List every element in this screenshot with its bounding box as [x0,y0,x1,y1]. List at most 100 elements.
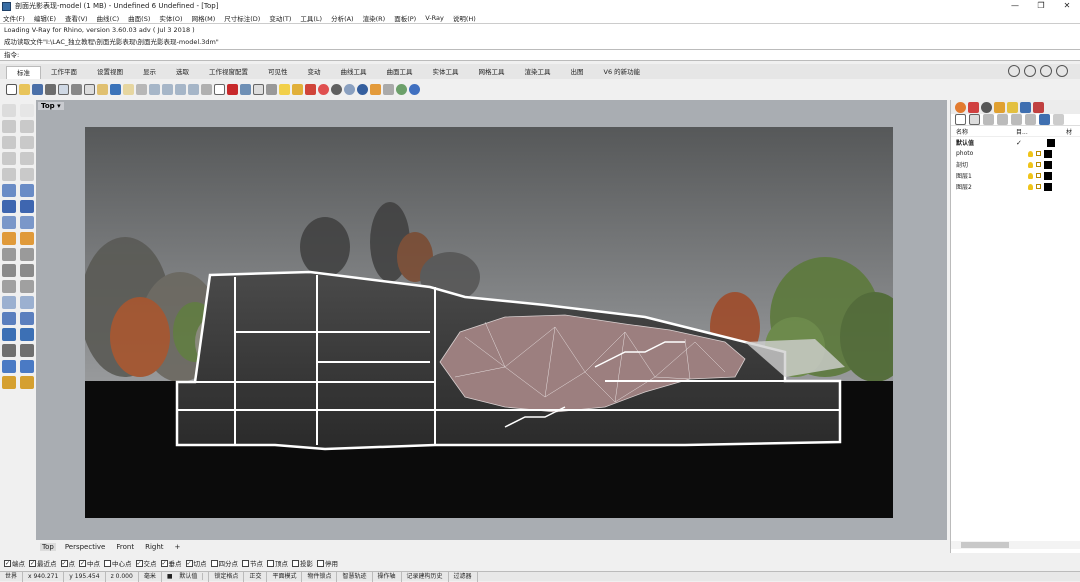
paint-icon[interactable] [20,376,34,389]
zoom-icon[interactable] [149,83,160,95]
tab-cplanes[interactable]: 工作平面 [41,66,87,79]
toggle-filter[interactable]: 过滤器 [449,571,478,582]
toggle-ortho[interactable]: 正交 [244,571,268,582]
light-bulb-icon[interactable] [1028,183,1033,190]
toggle-gumball[interactable]: 操作轴 [373,571,402,582]
layer-color-swatch[interactable] [1044,171,1052,180]
status-units[interactable]: 毫米 [139,571,162,582]
light-icon[interactable] [370,83,381,95]
render-tab-icon[interactable] [981,101,992,113]
zoom-window-icon[interactable] [162,83,173,95]
col-material[interactable]: 材 [1066,127,1072,136]
boolean-icon[interactable] [2,264,16,277]
osnap-project[interactable]: 投影 [292,558,313,568]
horizontal-scrollbar[interactable] [951,541,1080,549]
menu-transform[interactable]: 变动(T) [269,13,291,23]
export-icon[interactable] [58,83,69,95]
toggle-osnap[interactable]: 物件锁点 [302,571,338,582]
lock-icon[interactable] [1036,184,1041,189]
tab-top-view[interactable]: Top [40,543,56,551]
grid-array-icon[interactable] [2,344,16,357]
tab-mesh-tools[interactable]: 网格工具 [469,66,515,79]
analyze-icon[interactable] [2,360,16,373]
display-tab-icon[interactable] [1020,101,1031,113]
menu-mesh[interactable]: 网格(M) [192,13,216,23]
solid-box-icon[interactable] [2,200,16,213]
close-button[interactable]: ✕ [1054,0,1080,12]
tab-viewport-layout[interactable]: 工作视窗配置 [199,66,258,79]
osnap-near[interactable]: ✓ 最近点 [29,558,57,568]
new-layer-icon[interactable] [955,114,966,125]
osnap-tan[interactable]: ✓ 切点 [185,558,207,568]
properties-icon[interactable] [318,83,329,95]
filter-icon[interactable] [1039,114,1050,125]
menu-vray[interactable]: V-Ray [425,14,444,22]
polygon-icon[interactable] [2,168,16,181]
undo-view-icon[interactable] [201,83,212,95]
tab-new-in-v6[interactable]: V6 的新功能 [594,66,651,79]
menu-view[interactable]: 查看(V) [65,13,88,23]
print-icon[interactable] [45,83,56,95]
menu-edit[interactable]: 编辑(E) [34,13,56,23]
split-icon[interactable] [20,280,34,293]
layer-color-swatch[interactable] [1044,149,1052,158]
osnap-point[interactable]: ✓ 点 [60,558,75,568]
rectangle-icon[interactable] [20,152,34,165]
gumball-icon[interactable] [2,328,16,341]
tab-curve-tools[interactable]: 曲线工具 [331,66,377,79]
make2d-icon[interactable] [2,376,16,389]
tab-drafting[interactable]: 出图 [561,66,594,79]
menu-dimension[interactable]: 尺寸标注(D) [224,13,260,23]
layer-color-swatch[interactable] [1044,182,1052,191]
light-spot-icon[interactable] [2,232,16,245]
circle-icon[interactable] [2,136,16,149]
tools-icon[interactable] [1053,114,1064,125]
sun-icon[interactable] [396,83,407,95]
osnap-perp[interactable]: ✓ 垂点 [160,558,182,568]
arc-icon[interactable] [20,136,34,149]
options-icon[interactable] [383,83,394,95]
pan-hand-icon[interactable] [123,83,134,95]
toggle-history[interactable]: 记录建构历史 [402,571,449,582]
toggle-planar[interactable]: 平面模式 [267,571,303,582]
extrude-surface-icon[interactable] [20,184,34,197]
lock-icon[interactable] [1036,173,1041,178]
copy-icon[interactable] [84,83,95,95]
mesh-box-icon[interactable] [20,216,34,229]
select-arrow-icon[interactable] [2,104,16,117]
zoom-extents-icon[interactable] [175,83,186,95]
zoom-selected-icon[interactable] [188,83,199,95]
maximize-button[interactable]: ❐ [1028,0,1054,12]
light-bulb-icon[interactable] [1028,161,1033,168]
ellipse-icon[interactable] [2,152,16,165]
tab-transform[interactable]: 变动 [298,66,331,79]
tab-display[interactable]: 显示 [133,66,166,79]
properties-tab-icon[interactable] [955,101,966,113]
rotate-view-icon[interactable] [1040,65,1052,77]
block-icon[interactable] [20,344,34,357]
light-bulb-icon[interactable] [1028,172,1033,179]
tab-select[interactable]: 选取 [166,66,199,79]
dimension-icon[interactable] [20,296,34,309]
help-icon[interactable] [409,83,420,95]
scale-icon[interactable] [20,328,34,341]
new-file-icon[interactable] [6,83,17,95]
vray-tab-icon[interactable] [1033,101,1044,113]
menu-panels[interactable]: 面板(P) [394,13,416,23]
offset-icon[interactable] [2,248,16,261]
toggle-grid-snap[interactable]: 锁定格点 [209,571,245,582]
move-down-icon[interactable] [1011,114,1022,125]
scrollbar-thumb[interactable] [961,542,1009,548]
status-cplane[interactable]: 世界 [0,571,24,582]
render-icon[interactable] [331,83,342,95]
command-prompt[interactable]: 指令: [0,49,1080,61]
move-parent-icon[interactable] [1025,114,1036,125]
tab-front-view[interactable]: Front [114,543,136,551]
materials-tab-icon[interactable] [994,101,1005,113]
layer-row[interactable]: 图层1 [951,170,1080,181]
menu-curve[interactable]: 曲线(C) [97,13,120,23]
tab-perspective-view[interactable]: Perspective [63,543,108,551]
osnap-disable[interactable]: 停用 [317,558,338,568]
sunlight-icon[interactable] [20,232,34,245]
print-icon[interactable] [1056,65,1068,77]
